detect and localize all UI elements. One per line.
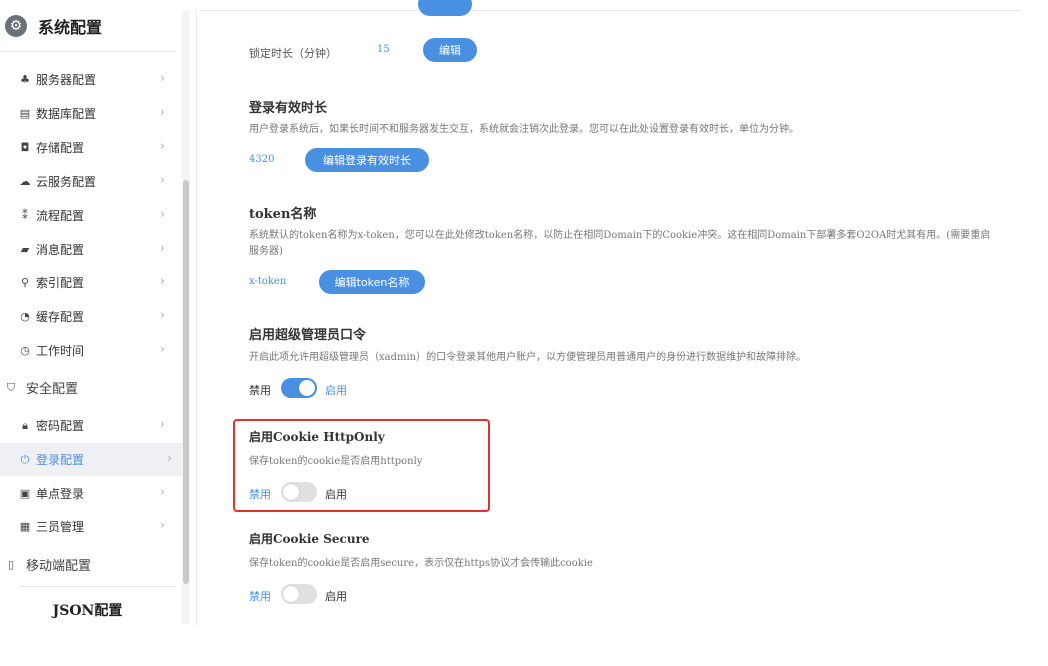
sidebar-item-index[interactable]: ⚲ 索引配置 › [0,266,175,299]
sidebar-item-label: 索引配置 [36,276,85,290]
sidebar-group-security[interactable]: ⛉ 安全配置 [0,371,175,404]
chevron-right-icon: › [159,139,165,154]
super-admin-off-label: 禁用 [249,384,271,397]
chevron-right-icon: › [159,308,165,323]
sidebar-item-label: 云服务配置 [36,175,97,189]
token-name-value: x-token [249,276,287,287]
login-expiry-title: 登录有效时长 [249,101,328,116]
cache-icon: ◔ [20,310,30,323]
edit-lock-duration-button[interactable]: 编辑 [423,38,477,62]
sidebar-item-message[interactable]: ▰ 消息配置 › [0,233,175,266]
clock-icon: ◷ [20,344,30,357]
sidebar-item-three-admin[interactable]: ▦ 三员管理 › [0,510,175,543]
chevron-right-icon: › [159,342,165,357]
server-icon: ♣ [20,73,30,86]
panel-top-border [200,10,1020,11]
cookie-secure-on-label: 启用 [325,590,347,603]
chevron-right-icon: › [159,274,165,289]
sidebar-item-cloud[interactable]: ☁ 云服务配置 › [0,165,175,198]
chevron-right-icon: › [159,173,165,188]
sidebar-item-label: 登录配置 [36,453,85,467]
chevron-right-icon: › [159,71,165,86]
super-admin-on-label: 启用 [325,384,347,397]
login-expiry-desc: 用户登录系统后，如果长时间不和服务器发生交互，系统就会注销次此登录。您可以在此处… [249,124,799,135]
edit-button-cut[interactable] [418,0,472,16]
sidebar-item-cache[interactable]: ◔ 缓存配置 › [0,300,175,333]
storage-icon: ◘ [20,141,30,154]
sidebar-group-label: 移动端配置 [26,559,92,574]
sidebar-item-label: 服务器配置 [36,73,97,87]
lock-duration-value: 15 [377,44,390,55]
super-admin-toggle[interactable] [281,378,317,398]
flow-icon: ⁑ [22,209,28,222]
search-icon: ⚲ [20,276,30,289]
super-admin-desc: 开启此项允许用超级管理员（xadmin）的口令登录其他用户账户，以方便管理员用普… [249,352,807,363]
toggle-knob [299,380,315,396]
mobile-icon: ▯ [7,558,15,571]
sidebar-item-password[interactable]: 🔒︎ 密码配置 › [0,409,175,442]
cookie-httponly-title: 启用Cookie HttpOnly [249,430,385,444]
database-icon: ▤ [19,107,31,120]
sidebar-item-label: 三员管理 [36,520,85,534]
sidebar-item-label: 流程配置 [36,209,85,223]
token-name-desc: 系统默认的token名称为x-token，您可以在此处修改token名称，以防止… [249,230,991,257]
cookie-secure-desc: 保存token的cookie是否启用secure，表示仅在https协议才会传输… [249,558,593,569]
chevron-right-icon: › [159,417,165,432]
sidebar-item-label: 工作时间 [36,344,85,358]
sidebar-header: ⚙ 系统配置 [0,0,175,52]
sidebar-item-worktime[interactable]: ◷ 工作时间 › [0,334,175,367]
chevron-right-icon: › [166,451,172,466]
main-content: 锁定时长（分钟） 15 编辑 登录有效时长 用户登录系统后，如果长时间不和服务器… [190,0,1025,666]
edit-token-name-button[interactable]: 编辑token名称 [319,270,425,294]
toggle-knob [283,586,299,602]
sidebar-group-label: 安全配置 [26,382,79,397]
sso-icon: ▣ [19,487,31,500]
sidebar-item-label: 存储配置 [36,141,85,155]
sidebar-item-label: 单点登录 [36,487,85,501]
sidebar-group-mobile[interactable]: ▯ 移动端配置 [0,548,175,581]
sidebar-item-label: 数据库配置 [36,107,97,121]
sidebar-title: 系统配置 [38,17,103,37]
gear-icon: ⚙ [5,14,27,37]
lock-duration-label: 锁定时长（分钟） [249,47,337,60]
chevron-right-icon: › [159,207,165,222]
cookie-secure-toggle[interactable] [281,584,317,604]
shield-icon: ⛉ [6,380,16,394]
chevron-right-icon: › [159,485,165,500]
sidebar-item-label: 缓存配置 [36,310,85,324]
sidebar: ⚙ 系统配置 ♣ 服务器配置 › ▤ 数据库配置 › ◘ 存储配置 › ☁ 云服… [0,0,190,666]
chevron-right-icon: › [159,518,165,533]
login-expiry-value: 4320 [249,154,275,165]
message-icon: ▰ [20,243,30,256]
edit-login-expiry-button[interactable]: 编辑登录有效时长 [305,148,429,172]
json-config-link[interactable]: JSON配置 [0,600,175,620]
sidebar-item-sso[interactable]: ▣ 单点登录 › [0,477,175,510]
sidebar-item-database[interactable]: ▤ 数据库配置 › [0,97,175,130]
sidebar-item-server[interactable]: ♣ 服务器配置 › [0,63,175,96]
token-name-title: token名称 [249,207,317,222]
panel-left-border [196,10,197,625]
chevron-right-icon: › [159,105,165,120]
lock-icon: 🔒︎ [22,418,28,432]
super-admin-title: 启用超级管理员口令 [249,328,367,343]
cloud-icon: ☁ [19,175,31,188]
sidebar-item-storage[interactable]: ◘ 存储配置 › [0,131,175,164]
sidebar-scrollbar-thumb[interactable] [183,180,189,584]
sidebar-item-label: 消息配置 [36,243,85,257]
cookie-httponly-toggle[interactable] [281,482,317,502]
admin-icon: ▦ [19,520,31,533]
toggle-knob [283,484,299,500]
sidebar-item-label: 密码配置 [36,419,85,433]
cookie-secure-off-label: 禁用 [249,590,271,603]
cookie-httponly-on-label: 启用 [325,488,347,501]
cookie-httponly-off-label: 禁用 [249,488,271,501]
sidebar-item-login[interactable]: ⏻ 登录配置 › [0,443,182,476]
cookie-secure-title: 启用Cookie Secure [249,532,370,546]
chevron-right-icon: › [159,241,165,256]
sidebar-item-flow[interactable]: ⁑ 流程配置 › [0,199,175,232]
sidebar-divider [20,586,175,587]
login-icon: ⏻ [20,452,30,466]
cookie-httponly-desc: 保存token的cookie是否启用httponly [249,456,423,467]
